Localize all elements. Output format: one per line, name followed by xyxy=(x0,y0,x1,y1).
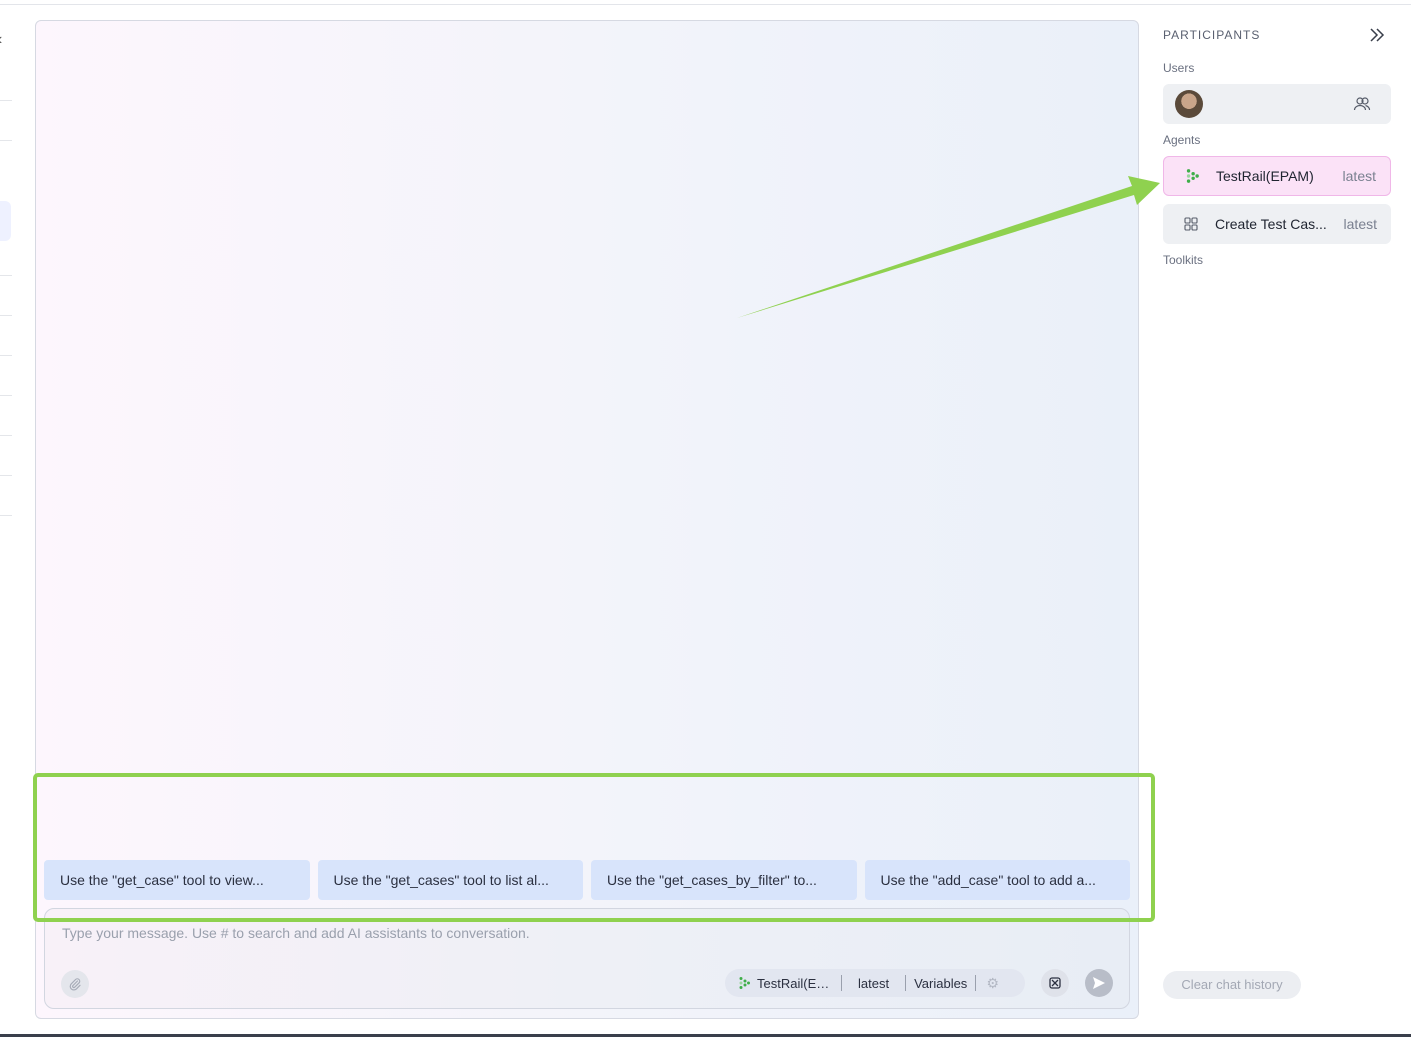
selected-agent-name[interactable]: TestRail(EP... xyxy=(757,976,833,991)
testrail-icon xyxy=(739,977,750,989)
selected-agent-version[interactable]: latest xyxy=(858,976,889,991)
agent-name: Create Test Cas... xyxy=(1215,216,1327,232)
agent-card-testrail[interactable]: TestRail(EPAM) latest xyxy=(1163,156,1391,196)
message-input[interactable]: Type your message. Use # to search and a… xyxy=(62,925,530,941)
divider xyxy=(0,395,12,396)
send-button[interactable] xyxy=(1085,969,1113,997)
participants-panel: PARTICIPANTS Users Agents TestRail(EPAM)… xyxy=(1139,5,1411,1035)
message-input-box[interactable]: Type your message. Use # to search and a… xyxy=(44,908,1130,1009)
divider xyxy=(0,515,12,516)
left-sidebar-stub: ‹ xyxy=(0,5,12,1035)
divider xyxy=(975,975,977,991)
agent-card-create-test-cases[interactable]: Create Test Cas... latest xyxy=(1163,204,1391,244)
paperclip-icon xyxy=(69,978,81,991)
divider xyxy=(0,275,12,276)
clear-conversation-button[interactable] xyxy=(1041,969,1069,997)
divider xyxy=(0,140,12,141)
divider xyxy=(0,435,12,436)
divider xyxy=(0,355,12,356)
divider xyxy=(841,975,842,991)
double-chevron-right-icon[interactable] xyxy=(1367,25,1387,45)
agent-version[interactable]: latest xyxy=(1343,168,1376,184)
agent-version[interactable]: latest xyxy=(1344,216,1377,232)
divider xyxy=(0,100,12,101)
chat-panel: Use the "get_case" tool to view... Use t… xyxy=(35,20,1139,1019)
suggestion-chip[interactable]: Use the "add_case" tool to add a... xyxy=(864,860,1130,900)
users-section-label: Users xyxy=(1163,61,1195,75)
suggestion-chip[interactable]: Use the "get_cases" tool to list al... xyxy=(317,860,583,900)
clear-chat-history-button[interactable]: Clear chat history xyxy=(1163,971,1301,999)
send-icon xyxy=(1093,977,1105,989)
gear-icon[interactable]: ⚙ xyxy=(986,975,999,992)
user-card[interactable] xyxy=(1163,84,1391,124)
toolkits-section-label: Toolkits xyxy=(1163,253,1204,267)
sidebar-active-item[interactable] xyxy=(0,201,11,241)
variables-button[interactable]: Variables xyxy=(914,976,967,991)
agent-selector-pill[interactable]: TestRail(EP... latest Variables ⚙ xyxy=(725,969,1025,997)
attach-button[interactable] xyxy=(61,970,89,998)
chevron-left-icon[interactable]: ‹ xyxy=(0,31,2,49)
suggestion-chip[interactable]: Use the "get_cases_by_filter" to... xyxy=(591,860,857,900)
suggestion-chip[interactable]: Use the "get_case" tool to view... xyxy=(44,860,310,900)
grid-icon xyxy=(1184,217,1198,231)
suggestion-list: Use the "get_case" tool to view... Use t… xyxy=(44,860,1130,900)
divider xyxy=(0,315,12,316)
testrail-icon xyxy=(1186,169,1199,183)
divider xyxy=(0,475,12,476)
participants-title: PARTICIPANTS xyxy=(1163,28,1261,42)
users-icon[interactable] xyxy=(1353,96,1371,112)
avatar xyxy=(1175,90,1203,118)
eraser-icon xyxy=(1049,977,1061,989)
divider xyxy=(905,975,907,991)
agents-section-label: Agents xyxy=(1163,133,1201,147)
agent-name: TestRail(EPAM) xyxy=(1216,168,1314,184)
